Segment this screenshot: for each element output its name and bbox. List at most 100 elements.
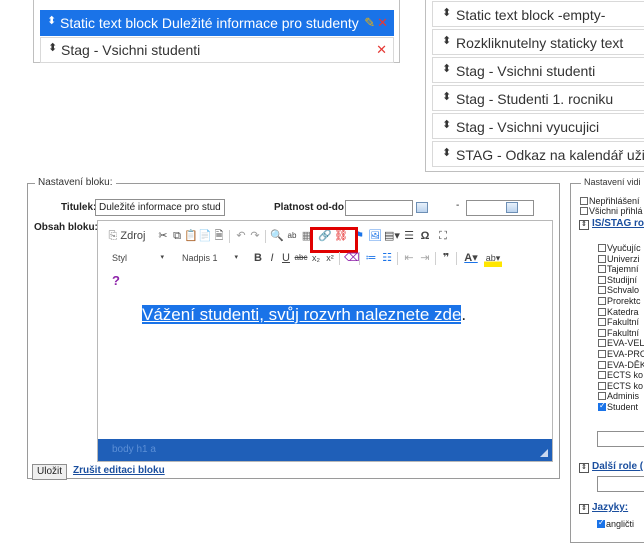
checkbox[interactable] <box>598 328 606 337</box>
role-option[interactable]: Student <box>598 401 638 412</box>
bold-icon[interactable]: B <box>252 249 264 267</box>
role-option[interactable]: ECTS ko <box>598 370 643 380</box>
checkbox[interactable] <box>598 286 606 295</box>
drag-handle-icon[interactable]: ⬍ <box>442 30 451 54</box>
undo-icon[interactable]: ↶ <box>234 227 248 245</box>
block-item-static-text[interactable]: ⬍ Static text block Duležité informace p… <box>40 10 394 36</box>
redo-icon[interactable]: ↷ <box>248 227 262 245</box>
background-color-icon[interactable]: ab▾ <box>484 249 502 267</box>
role-option[interactable]: ECTS ko <box>598 381 643 391</box>
title-input[interactable]: Duležité informace pro stud <box>95 199 225 216</box>
cancel-edit-link[interactable]: Zrušit editaci bloku <box>73 465 165 476</box>
text-color-icon[interactable]: A▾ <box>462 249 480 267</box>
checkbox[interactable] <box>598 275 606 284</box>
available-block-item[interactable]: ⬍ Stag - Vsichni studenti <box>432 57 644 83</box>
drag-handle-icon[interactable]: ⬍ <box>442 142 451 166</box>
valid-from-input[interactable] <box>345 200 413 216</box>
paste-text-icon[interactable]: 📄 <box>198 227 212 245</box>
drag-handle-icon[interactable]: ⬍ <box>442 2 451 26</box>
remove-icon[interactable]: ✕ <box>376 42 387 57</box>
paste-word-icon[interactable]: 🗎 <box>212 227 226 245</box>
checkbox[interactable] <box>598 339 606 348</box>
horizontal-line-icon[interactable]: ☰ <box>402 227 416 245</box>
available-block-item[interactable]: ⬍ Static text block -empty- <box>432 1 644 27</box>
isstag-roles-link[interactable]: ⇕ IS/STAG ro <box>579 218 644 230</box>
content-link-text[interactable]: Vážení studenti, svůj rozvrh naleznete z… <box>142 305 462 324</box>
copy-icon[interactable]: ⧉ <box>170 227 184 245</box>
role-option[interactable]: Prorektc <box>598 296 641 306</box>
bulleted-list-icon[interactable]: ☷ <box>380 249 394 267</box>
checkbox[interactable] <box>598 350 606 358</box>
numbered-list-icon[interactable]: ≔ <box>364 249 378 267</box>
role-option[interactable]: Vyučujíc <box>598 243 641 253</box>
superscript-icon[interactable]: x² <box>324 249 336 267</box>
blockquote-icon[interactable]: ❞ <box>440 249 452 267</box>
italic-icon[interactable]: I <box>266 249 278 267</box>
outdent-icon[interactable]: ⇤ <box>402 249 416 267</box>
checkbox[interactable] <box>598 244 606 252</box>
checkbox[interactable] <box>598 401 606 411</box>
checkbox[interactable] <box>598 307 606 316</box>
role-option[interactable]: Tajemní <box>598 264 639 274</box>
drag-handle-icon[interactable]: ⬍ <box>442 58 451 82</box>
checkbox[interactable] <box>598 371 606 380</box>
help-icon[interactable]: ? <box>112 273 120 288</box>
available-block-item[interactable]: ⬍ Stag - Studenti 1. rocniku <box>432 85 644 111</box>
role-option[interactable]: EVA-PRO <box>598 349 644 359</box>
available-block-item[interactable]: ⬍ STAG - Odkaz na kalendář uživa <box>432 141 644 167</box>
resize-handle-icon[interactable] <box>540 449 548 457</box>
source-button[interactable]: ⎘ Zdroj <box>106 227 148 245</box>
checkbox[interactable] <box>580 197 588 205</box>
role-option[interactable]: Schvalo <box>598 285 639 295</box>
valid-to-input[interactable] <box>466 200 534 216</box>
roles-input[interactable] <box>597 431 644 447</box>
table-icon[interactable]: ▤▾ <box>384 227 400 245</box>
image-icon[interactable]: 🖼 <box>368 227 382 245</box>
role-option[interactable]: Univerzi <box>598 254 640 264</box>
checkbox[interactable] <box>598 265 606 274</box>
checkbox[interactable] <box>598 297 606 305</box>
cut-icon[interactable]: ✂ <box>156 227 170 245</box>
save-button[interactable]: Uložit <box>32 464 68 480</box>
available-block-item[interactable]: ⬍ Stag - Vsichni vyucujici <box>432 113 644 139</box>
role-option[interactable]: Studijní <box>598 275 637 285</box>
paste-icon[interactable]: 📋 <box>184 227 198 245</box>
special-char-icon[interactable]: Ω <box>418 227 432 245</box>
remove-format-icon[interactable]: ⌫ <box>344 249 360 267</box>
checkbox[interactable] <box>598 360 606 369</box>
calendar-icon[interactable] <box>416 202 428 213</box>
all-logged-option[interactable]: Všichni přihlá <box>580 206 643 216</box>
maximize-icon[interactable]: ⛶ <box>436 227 450 245</box>
drag-handle-icon[interactable]: ⬍ <box>442 86 451 110</box>
role-option[interactable]: EVA-VEL <box>598 338 644 348</box>
underline-icon[interactable]: U <box>280 249 292 267</box>
available-block-item[interactable]: ⬍ Rozkliknutelny staticky text <box>432 29 644 55</box>
calendar-icon[interactable] <box>506 202 518 213</box>
role-option[interactable]: Fakultní <box>598 328 639 338</box>
style-select[interactable]: Styl ▾ <box>106 249 166 267</box>
role-option[interactable]: EVA-DĚK <box>598 360 644 370</box>
expand-toggle-icon[interactable]: ⇕ <box>579 504 589 514</box>
role-option[interactable]: Fakultní <box>598 317 639 327</box>
checkbox[interactable] <box>597 518 605 528</box>
role-option[interactable]: Adminis <box>598 391 639 401</box>
checkbox[interactable] <box>598 392 606 401</box>
subscript-icon[interactable]: x₂ <box>310 249 322 267</box>
checkbox[interactable] <box>598 381 606 390</box>
drag-handle-icon[interactable]: ⬍ <box>442 114 451 138</box>
drag-handle-icon[interactable]: ⬍ <box>48 36 57 60</box>
editor-content[interactable]: Vážení studenti, svůj rozvrh naleznete z… <box>142 305 466 325</box>
checkbox[interactable] <box>598 254 606 263</box>
element-path[interactable]: body h1 a <box>112 444 156 455</box>
find-icon[interactable]: 🔍 <box>270 227 284 245</box>
other-roles-input[interactable] <box>597 476 644 492</box>
expand-toggle-icon[interactable]: ⇕ <box>579 220 589 230</box>
indent-icon[interactable]: ⇥ <box>418 249 432 267</box>
other-roles-link[interactable]: ⇕ Další role ( <box>579 461 643 473</box>
replace-icon[interactable]: ab <box>284 227 300 245</box>
checkbox[interactable] <box>598 318 606 327</box>
languages-link[interactable]: ⇕ Jazyky: <box>579 502 628 514</box>
language-option[interactable]: angličti <box>597 518 634 529</box>
remove-icon[interactable]: ✕ <box>377 15 388 30</box>
format-select[interactable]: Nadpis 1 ▾ <box>174 249 240 267</box>
